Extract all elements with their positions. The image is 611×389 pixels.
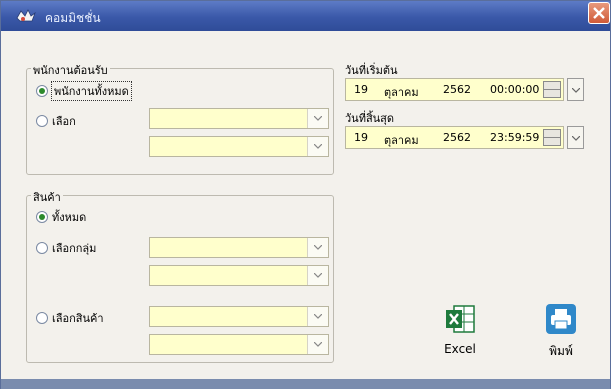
title-bar[interactable]: คอมมิชชั่น (1, 1, 610, 31)
close-icon (593, 7, 605, 19)
radio-employee-select-dot[interactable] (36, 115, 48, 127)
chevron-down-icon (314, 314, 322, 319)
start-day: 19 (354, 83, 368, 96)
end-year: 2562 (443, 131, 471, 144)
employee-combo-1-dropdown[interactable] (307, 109, 328, 128)
employee-combo-2[interactable] (149, 136, 329, 157)
excel-label: Excel (444, 342, 476, 356)
chevron-down-icon (314, 245, 322, 250)
close-button[interactable] (588, 2, 610, 24)
chevron-down-icon (314, 116, 322, 121)
radio-product-all[interactable]: ทั้งหมด (36, 208, 86, 226)
end-time-spinner[interactable] (543, 129, 561, 146)
radio-employee-select[interactable]: เลือก (36, 112, 76, 130)
employee-group-title: พนักงานต้อนรับ (31, 61, 110, 79)
end-day: 19 (354, 131, 368, 144)
start-month: ตุลาคม (384, 86, 419, 99)
start-time: 00:00:00 (490, 83, 540, 96)
end-time: 23:59:59 (490, 131, 540, 144)
print-button[interactable]: พิมพ์ (531, 303, 591, 361)
product-group-title: สินค้า (31, 188, 63, 206)
window-bottom-border (1, 379, 610, 389)
radio-product-select-dot[interactable] (36, 312, 48, 324)
commission-window: คอมมิชชั่น พนักงานต้อนรับ พนักงานทั้งหมด… (0, 0, 611, 389)
radio-employee-select-label: เลือก (52, 115, 76, 128)
chevron-down-icon (314, 273, 322, 278)
radio-employee-all-dot[interactable] (36, 85, 48, 97)
radio-product-group-label: เลือกกลุ่ม (52, 242, 97, 255)
radio-product-select[interactable]: เลือกสินค้า (36, 309, 104, 327)
product-combo-2[interactable] (149, 334, 329, 355)
printer-icon (546, 304, 576, 334)
employee-combo-1[interactable] (149, 108, 329, 129)
window-title: คอมมิชชั่น (45, 11, 101, 25)
print-label: พิมพ์ (549, 344, 573, 358)
product-group-combo-1-dropdown[interactable] (307, 238, 328, 257)
chevron-down-icon (572, 136, 580, 141)
start-date-dropdown[interactable] (567, 78, 584, 101)
excel-icon (446, 305, 475, 333)
end-month: ตุลาคม (384, 134, 419, 147)
employee-combo-2-dropdown[interactable] (307, 137, 328, 156)
end-date-dropdown[interactable] (567, 126, 584, 149)
chevron-down-icon (314, 144, 322, 149)
radio-product-all-dot[interactable] (36, 211, 48, 223)
radio-product-group[interactable]: เลือกกลุ่ม (36, 239, 96, 257)
radio-employee-all-label: พนักงานทั้งหมด (51, 81, 132, 101)
start-datetime-field[interactable]: 19 ตุลาคม 2562 00:00:00 (345, 78, 564, 101)
chevron-down-icon (572, 88, 580, 93)
excel-button[interactable]: Excel (430, 303, 490, 356)
product-group-combo-1[interactable] (149, 237, 329, 258)
product-group-combo-2[interactable] (149, 265, 329, 286)
product-combo-2-dropdown[interactable] (307, 335, 328, 354)
radio-product-group-dot[interactable] (36, 242, 48, 254)
product-group-combo-2-dropdown[interactable] (307, 266, 328, 285)
radio-product-all-label: ทั้งหมด (52, 211, 87, 224)
start-time-spinner[interactable] (543, 81, 561, 98)
product-combo-1[interactable] (149, 306, 329, 327)
radio-employee-all[interactable]: พนักงานทั้งหมด (36, 81, 132, 101)
start-date-label: วันที่เริ่มต้น (345, 64, 398, 77)
end-date-label: วันที่สิ้นสุด (345, 112, 395, 125)
radio-product-select-label: เลือกสินค้า (52, 312, 104, 325)
app-logo-icon (16, 9, 36, 22)
end-datetime-field[interactable]: 19 ตุลาคม 2562 23:59:59 (345, 126, 564, 149)
chevron-down-icon (314, 342, 322, 347)
product-combo-1-dropdown[interactable] (307, 307, 328, 326)
start-year: 2562 (443, 83, 471, 96)
